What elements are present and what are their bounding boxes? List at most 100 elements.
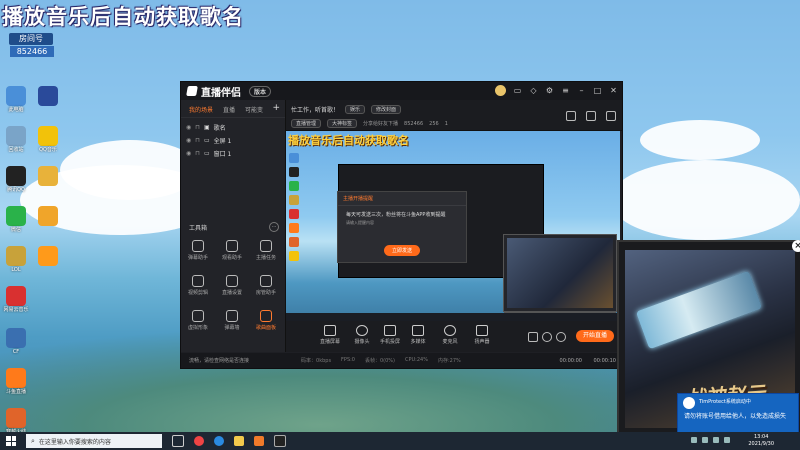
eye-icon[interactable]: ◉ xyxy=(186,137,191,144)
phone-cast-button[interactable]: 手机投屏 xyxy=(376,325,404,345)
minimize-icon[interactable]: – xyxy=(577,86,586,95)
room-info-bar: 忙工作，听首歌！ 娱乐 修改封面 直播管理 大神标签 分享给好友下播 85246… xyxy=(286,100,622,131)
tool-button[interactable]: 虚拟形象 xyxy=(181,310,215,331)
lock-icon[interactable]: ⊓ xyxy=(195,124,200,131)
menu-icon[interactable]: ≡ xyxy=(561,86,570,95)
avatar[interactable] xyxy=(495,85,506,96)
eye-preview-icon[interactable] xyxy=(542,332,552,342)
folder-icon[interactable] xyxy=(234,436,244,446)
eye-icon[interactable]: ◉ xyxy=(186,150,191,157)
message-icon[interactable]: ▭ xyxy=(513,86,522,95)
desktop-icon-label: 网易云音乐 xyxy=(3,307,29,313)
tray-icon[interactable] xyxy=(702,437,708,443)
lock-icon[interactable]: ⊓ xyxy=(195,137,200,144)
desktop-icon[interactable]: 穿越火线 xyxy=(2,408,30,435)
edit-cover-button[interactable]: 修改封面 xyxy=(371,105,402,114)
tool-label: 虚拟形象 xyxy=(187,325,208,331)
camera-source-button[interactable]: 摄像头 xyxy=(348,325,376,345)
desktop-icon[interactable]: CF xyxy=(2,328,30,355)
settings-gear-icon[interactable] xyxy=(556,332,566,342)
settings-icon[interactable]: ⚙ xyxy=(545,86,554,95)
volume-icon[interactable] xyxy=(724,437,730,443)
microphone-icon xyxy=(444,325,456,336)
room-stats-row: 直播管理 大神标签 分享给好友下播 852466 256 1 xyxy=(291,119,448,128)
desktop-icon[interactable] xyxy=(34,206,62,226)
item-label: 麦克风 xyxy=(442,339,458,345)
memory-stat: 内存:27% xyxy=(437,358,461,364)
tool-button[interactable]: 歌曲面板 xyxy=(249,310,283,331)
speaker-button[interactable]: 扬声器 xyxy=(468,325,496,345)
eye-icon[interactable]: ◉ xyxy=(186,124,191,131)
chrome-icon[interactable] xyxy=(194,436,204,446)
version-badge[interactable]: 版本 xyxy=(249,85,272,97)
desktop-icon[interactable] xyxy=(34,86,62,106)
desktop-icon[interactable]: 微信 xyxy=(2,206,30,233)
tool-button[interactable]: 主播任务 xyxy=(249,240,283,261)
live-time: 00:00:10 xyxy=(593,357,616,364)
streaming-app-icon[interactable] xyxy=(274,435,286,447)
tool-icon xyxy=(260,275,272,287)
task-view-icon[interactable] xyxy=(172,435,184,447)
tool-button[interactable]: 直播设置 xyxy=(215,275,249,296)
tab-live[interactable]: 直播 xyxy=(223,105,235,114)
dialog-input[interactable]: 请输入提醒内容 xyxy=(338,220,466,226)
source-item[interactable]: ◉ ⊓ ▭ 全屏 1 xyxy=(181,134,285,147)
tool-button[interactable]: 弹幕助手 xyxy=(181,240,215,261)
source-item[interactable]: ◉ ⊓ ▣ 歌名 xyxy=(181,121,285,134)
gift-icon[interactable]: ◇ xyxy=(529,86,538,95)
lock-icon[interactable]: ⊓ xyxy=(195,150,200,157)
desktop-icon[interactable]: QQ音乐 xyxy=(34,126,62,153)
maximize-icon[interactable]: □ xyxy=(593,86,602,95)
desktop-icon[interactable]: LOL xyxy=(2,246,30,273)
source-item[interactable]: ◉ ⊓ ▭ 窗口 1 xyxy=(181,147,285,160)
message-icon[interactable] xyxy=(586,111,596,121)
taskbar-search[interactable]: ⌕ 在这里输入你要搜索的内容 xyxy=(26,434,162,448)
tool-button[interactable]: 房管助手 xyxy=(249,275,283,296)
source-name: 歌名 xyxy=(213,125,226,132)
more-icon[interactable]: ··· xyxy=(269,222,279,232)
media-source-button[interactable]: 多媒体 xyxy=(404,325,432,345)
weapon-image xyxy=(635,270,763,350)
share-link[interactable]: 分享给好友下播 xyxy=(363,120,398,127)
desktop-icon-label: 微信 xyxy=(10,227,21,233)
windows-start-icon[interactable] xyxy=(6,436,16,446)
add-scene-icon[interactable]: + xyxy=(272,103,280,113)
share-icon[interactable] xyxy=(606,111,616,121)
microphone-button[interactable]: 麦克风 xyxy=(436,325,464,345)
taskbar-clock[interactable]: 13:04 2021/9/30 xyxy=(748,434,774,448)
desktop-icon[interactable] xyxy=(34,246,62,266)
wechat-icon xyxy=(6,206,26,226)
camera-toggle-icon[interactable] xyxy=(528,332,538,342)
gift-box-icon[interactable] xyxy=(566,111,576,121)
tool-icon xyxy=(226,310,238,322)
close-icon[interactable]: × xyxy=(792,240,800,252)
desktop-icon[interactable]: 此电脑 xyxy=(2,86,30,113)
netease-music-icon xyxy=(6,286,26,306)
network-icon[interactable] xyxy=(713,437,719,443)
tab-other[interactable]: 可能变 xyxy=(245,105,263,114)
desktop-icon[interactable]: 回收站 xyxy=(2,126,30,153)
live-manage-button[interactable]: 直播管理 xyxy=(291,119,322,128)
close-icon[interactable]: ✕ xyxy=(609,86,618,95)
tool-button[interactable]: 观看助手 xyxy=(215,240,249,261)
tag-button[interactable]: 大神标签 xyxy=(327,119,358,128)
room-title[interactable]: 忙工作，听首歌！ xyxy=(291,105,339,114)
tool-button[interactable]: 视频剪辑 xyxy=(181,275,215,296)
send-now-button[interactable]: 立即发送 xyxy=(384,245,421,256)
app-icon[interactable] xyxy=(254,436,264,446)
desktop-icon[interactable] xyxy=(34,166,62,186)
toolbox-title: 工具箱 xyxy=(189,225,208,232)
desktop-icon[interactable]: 腾讯QQ xyxy=(2,166,30,193)
edge-icon[interactable] xyxy=(214,436,224,446)
screen-source-button[interactable]: 直播屏幕 xyxy=(316,325,344,345)
tool-button[interactable]: 弹幕墙 xyxy=(215,310,249,331)
category-tag[interactable]: 娱乐 xyxy=(345,105,366,114)
desktop-icon[interactable]: 斗鱼直播 xyxy=(2,368,30,395)
start-live-button[interactable]: 开始直播 xyxy=(576,330,614,342)
notification-toast[interactable]: TimProtect系统启动中 请勿将账号借用给他人，以免造成损失 xyxy=(677,393,799,433)
tray-icon[interactable] xyxy=(691,437,697,443)
tool-icon xyxy=(260,240,272,252)
tab-my-scene[interactable]: 我的场景 xyxy=(189,105,213,114)
desktop-icon[interactable]: 网易云音乐 xyxy=(2,286,30,313)
game-thumbnail-window[interactable] xyxy=(503,234,617,312)
